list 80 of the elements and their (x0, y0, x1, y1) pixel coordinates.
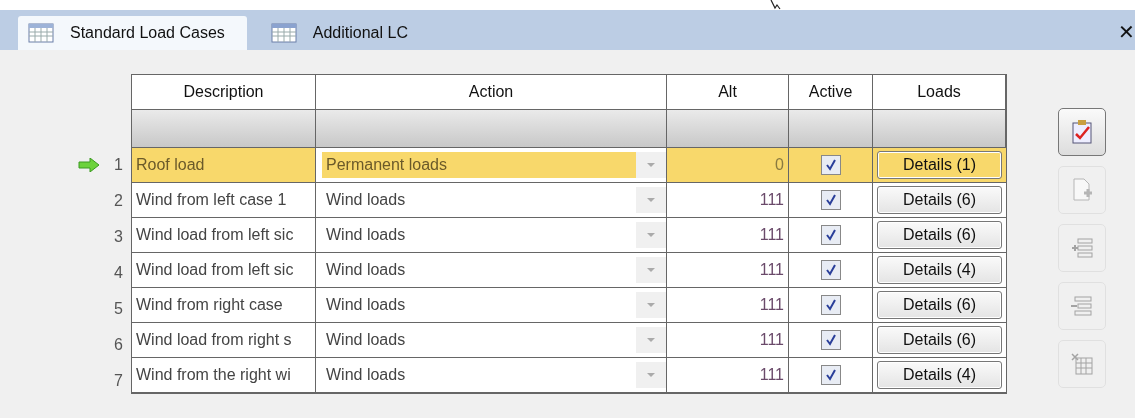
checkbox[interactable] (820, 225, 841, 245)
details-button[interactable]: Details (4) (877, 256, 1002, 284)
filter-cell[interactable] (667, 110, 789, 148)
delete-table-icon (1070, 352, 1094, 376)
action-dropdown[interactable]: Wind loads (322, 362, 666, 388)
row-number: 4 (114, 264, 123, 282)
row-number: 6 (114, 336, 123, 354)
filter-cell[interactable] (132, 110, 316, 148)
table-cell: Wind load from right s (132, 323, 316, 358)
checkmark-icon (824, 194, 837, 206)
action-dropdown[interactable]: Permanent loads (322, 152, 666, 178)
checkmark-icon (824, 264, 837, 276)
details-button[interactable]: Details (1) (877, 151, 1002, 179)
table-icon (270, 23, 297, 43)
checkbox[interactable] (820, 155, 841, 175)
mouse-cursor-icon (770, 0, 782, 10)
filter-cell[interactable] (316, 110, 667, 148)
table-icon (28, 23, 54, 43)
details-button[interactable]: Details (6) (877, 186, 1002, 214)
action-dropdown[interactable]: Wind loads (322, 327, 666, 353)
row-number: 2 (114, 192, 123, 210)
caret-icon (646, 267, 656, 273)
action-dropdown[interactable]: Wind loads (322, 292, 666, 318)
table-cell: 111 (667, 253, 789, 288)
tab[interactable]: Standard Load Cases (18, 16, 247, 50)
table-cell: 111 (667, 323, 789, 358)
table-cell: 111 (667, 288, 789, 323)
checkbox[interactable] (820, 365, 841, 385)
checkbox[interactable] (820, 330, 841, 350)
column-header[interactable]: Description (132, 75, 316, 110)
close-button[interactable]: ✕ (1118, 20, 1135, 44)
caret-icon (646, 162, 656, 168)
checkbox[interactable] (820, 260, 841, 280)
caret-icon (646, 232, 656, 238)
action-dropdown[interactable]: Wind loads (322, 222, 666, 248)
table-cell: Wind load from left sic (132, 253, 316, 288)
action-dropdown[interactable]: Wind loads (322, 257, 666, 283)
remove-row-icon (1070, 294, 1094, 318)
checkbox[interactable] (820, 190, 841, 210)
caret-icon (646, 337, 656, 343)
details-button[interactable]: Details (4) (877, 361, 1002, 389)
details-button[interactable]: Details (6) (877, 221, 1002, 249)
tab[interactable]: Additional LC (260, 16, 430, 50)
details-button[interactable]: Details (6) (877, 291, 1002, 319)
row-number: 1 (114, 156, 123, 174)
tab-label: Additional LC (312, 24, 408, 42)
tab-label: Standard Load Cases (70, 24, 225, 42)
row-number: 3 (114, 228, 123, 246)
table-cell: 111 (667, 183, 789, 218)
column-header[interactable]: Alt (667, 75, 789, 110)
table-cell: Wind from the right wi (132, 358, 316, 393)
filter-cell[interactable] (873, 110, 1006, 148)
column-header[interactable]: Action (316, 75, 667, 110)
row-number: 7 (114, 372, 123, 390)
toolbar-button[interactable] (1058, 108, 1106, 156)
checkmark-icon (824, 369, 837, 381)
column-header[interactable]: Active (789, 75, 873, 110)
checkmark-icon (824, 299, 837, 311)
checkmark-icon (824, 159, 837, 171)
column-header[interactable]: Loads (873, 75, 1006, 110)
insert-row-icon (1070, 236, 1094, 260)
caret-icon (646, 197, 656, 203)
row-number: 5 (114, 300, 123, 318)
checkbox[interactable] (820, 295, 841, 315)
action-dropdown[interactable]: Wind loads (322, 187, 666, 213)
caret-icon (646, 302, 656, 308)
table-cell: Wind from right case (132, 288, 316, 323)
table-cell: Wind load from left sic (132, 218, 316, 253)
checkmark-icon (824, 334, 837, 346)
filter-cell[interactable] (789, 110, 873, 148)
details-button[interactable]: Details (6) (877, 326, 1002, 354)
caret-icon (646, 372, 656, 378)
table-cell: 111 (667, 358, 789, 393)
table-cell: Wind from left case 1 (132, 183, 316, 218)
checkmark-icon (824, 229, 837, 241)
table-cell: 0 (667, 148, 789, 183)
clipboard-check-icon (1070, 119, 1094, 145)
table-cell: 111 (667, 218, 789, 253)
table-cell: Roof load (132, 148, 316, 183)
new-page-icon (1070, 177, 1094, 203)
